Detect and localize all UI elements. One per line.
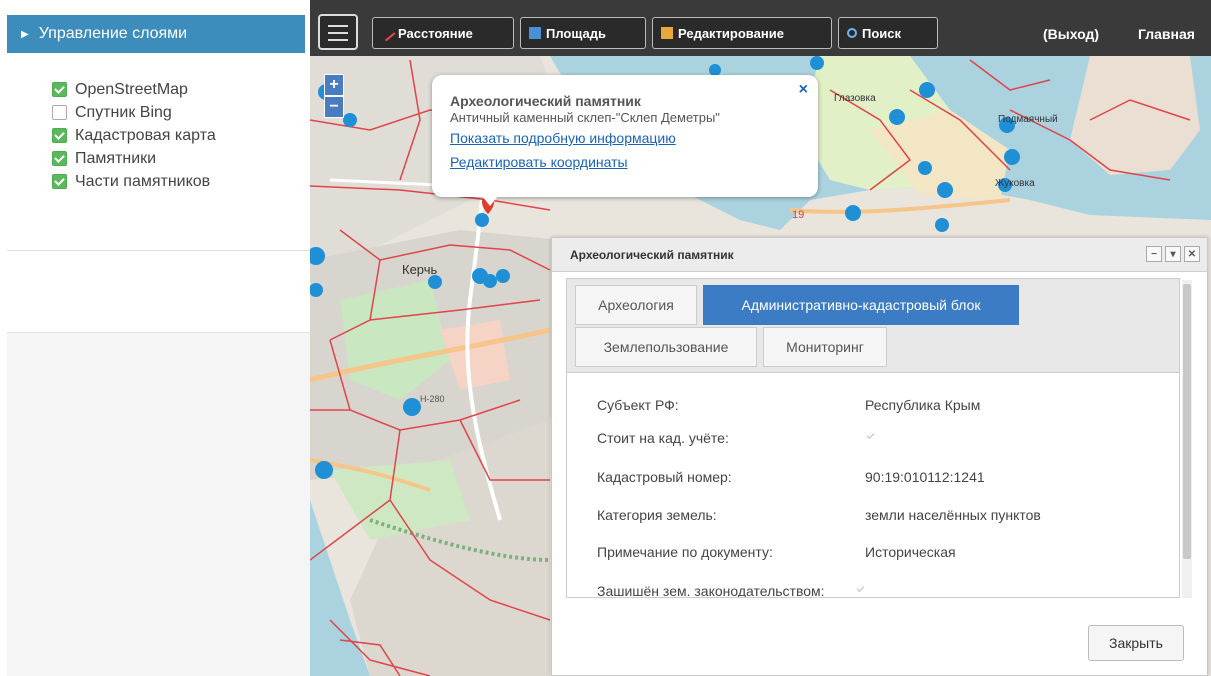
dialog-scrollbar[interactable] (1182, 280, 1192, 598)
map-label-glazovka: Глазовка (834, 93, 876, 104)
tab-bar: Археология Административно-кадастровый б… (567, 279, 1179, 373)
edit-button[interactable]: Редактирование (652, 17, 832, 49)
menu-button[interactable] (318, 14, 358, 50)
close-button[interactable]: Закрыть (1088, 625, 1184, 661)
distance-button[interactable]: Расстояние (372, 17, 514, 49)
ruler-icon (378, 24, 396, 42)
field-label-land-category: Категория земель: (597, 507, 717, 523)
tab-archaeology[interactable]: Археология (575, 285, 697, 325)
checkbox-icon[interactable] (52, 174, 67, 189)
chevron-down-icon: ▾ (1170, 248, 1176, 260)
layer-label: OpenStreetMap (75, 80, 188, 98)
caret-right-icon: ▶ (21, 28, 29, 40)
layer-list: OpenStreetMap Спутник Bing Кадастровая к… (52, 78, 216, 193)
field-label-cad-number: Кадастровый номер: (597, 469, 732, 485)
area-button[interactable]: Площадь (520, 17, 646, 49)
checkbox-icon[interactable] (52, 128, 67, 143)
dialog-title: Археологический памятник (570, 247, 734, 262)
zoom-out-button[interactable]: − (324, 96, 344, 118)
field-value-cad-registered (865, 430, 876, 446)
layer-label: Кадастровая карта (75, 126, 216, 144)
logout-link[interactable]: (Выход) (1043, 26, 1099, 42)
field-label-cad-registered: Стоит на кад. учёте: (597, 430, 729, 446)
checkbox-icon[interactable] (52, 105, 67, 120)
popup-close-button[interactable]: × (799, 81, 808, 99)
home-link[interactable]: Главная (1138, 26, 1195, 42)
hamburger-icon (328, 25, 348, 27)
layer-item-bing[interactable]: Спутник Bing (52, 101, 216, 124)
tab-admin-cadastral[interactable]: Административно-кадастровый блок (703, 285, 1019, 325)
minimize-icon: − (1151, 248, 1157, 260)
close-icon: ✕ (1187, 248, 1197, 260)
map-label-kerch: Керчь (402, 262, 438, 277)
search-icon (847, 28, 857, 38)
minimize-button[interactable]: − (1146, 246, 1162, 262)
field-value-land-category: земли населённых пунктов (865, 507, 1041, 523)
divider (7, 250, 310, 251)
layer-panel: ▶ Управление слоями OpenStreetMap Спутни… (0, 0, 310, 676)
empty-panel (7, 332, 310, 676)
layer-label: Части памятников (75, 172, 211, 190)
map-label-zhukovka: Жуковка (995, 178, 1035, 189)
layer-item-openstreetmap[interactable]: OpenStreetMap (52, 78, 216, 101)
dropdown-button[interactable]: ▾ (1165, 246, 1181, 262)
layer-item-monument-parts[interactable]: Части памятников (52, 170, 216, 193)
scrollbar-thumb[interactable] (1183, 284, 1191, 559)
square-icon (529, 27, 541, 39)
map-label-podmayachny: Подмаячный (998, 114, 1058, 125)
field-value-land-protected (855, 583, 866, 597)
layer-item-cadastral[interactable]: Кадастровая карта (52, 124, 216, 147)
popup-title: Археологический памятник (450, 93, 641, 109)
field-label-land-protected: Зашишён зем. законодательством: (597, 583, 825, 598)
checkmark-icon (855, 585, 866, 596)
layer-management-title: Управление слоями (38, 25, 188, 42)
tab-land-use[interactable]: Землепользование (575, 327, 757, 367)
hamburger-icon (328, 32, 348, 34)
distance-label: Расстояние (398, 25, 473, 41)
marker-popup: × Археологический памятник Античный каме… (432, 75, 818, 206)
layer-management-header[interactable]: ▶ Управление слоями (7, 15, 305, 53)
monument-dialog: Археологический памятник − ▾ ✕ Археологи… (551, 237, 1208, 676)
dialog-header[interactable]: Археологический памятник − ▾ ✕ (552, 238, 1207, 272)
edit-icon (661, 27, 673, 39)
search-label: Поиск (862, 25, 902, 41)
checkbox-icon[interactable] (52, 151, 67, 166)
checkbox-icon[interactable] (52, 82, 67, 97)
dialog-close-button[interactable]: ✕ (1184, 246, 1200, 262)
field-value-doc-note: Историческая (865, 544, 956, 560)
top-toolbar: Расстояние Площадь Редактирование Поиск … (310, 0, 1211, 56)
edit-label: Редактирование (678, 25, 784, 41)
layer-label: Спутник Bing (75, 103, 172, 121)
tab-monitoring[interactable]: Мониторинг (763, 327, 887, 367)
hamburger-icon (328, 39, 348, 41)
area-label: Площадь (546, 25, 606, 41)
field-label-doc-note: Примечание по документу: (597, 544, 773, 560)
dialog-body: Археология Административно-кадастровый б… (566, 278, 1180, 598)
checkmark-icon (865, 432, 876, 443)
zoom-in-button[interactable]: + (324, 74, 344, 96)
popup-tip (482, 196, 498, 206)
layer-item-monuments[interactable]: Памятники (52, 147, 216, 170)
popup-subtitle: Античный каменный склеп-"Склеп Деметры" (450, 110, 720, 125)
show-details-link[interactable]: Показать подробную информацию (450, 130, 800, 146)
map-label-road-280: Н-280 (420, 394, 445, 404)
field-value-cad-number: 90:19:010112:1241 (865, 469, 985, 485)
edit-coordinates-link[interactable]: Редактировать координаты (450, 154, 800, 170)
search-button[interactable]: Поиск (838, 17, 938, 49)
map-label-road-19: 19 (792, 209, 804, 221)
layer-label: Памятники (75, 149, 157, 167)
field-label-subject: Субъект РФ: (597, 397, 679, 413)
field-value-subject: Республика Крым (865, 397, 981, 413)
